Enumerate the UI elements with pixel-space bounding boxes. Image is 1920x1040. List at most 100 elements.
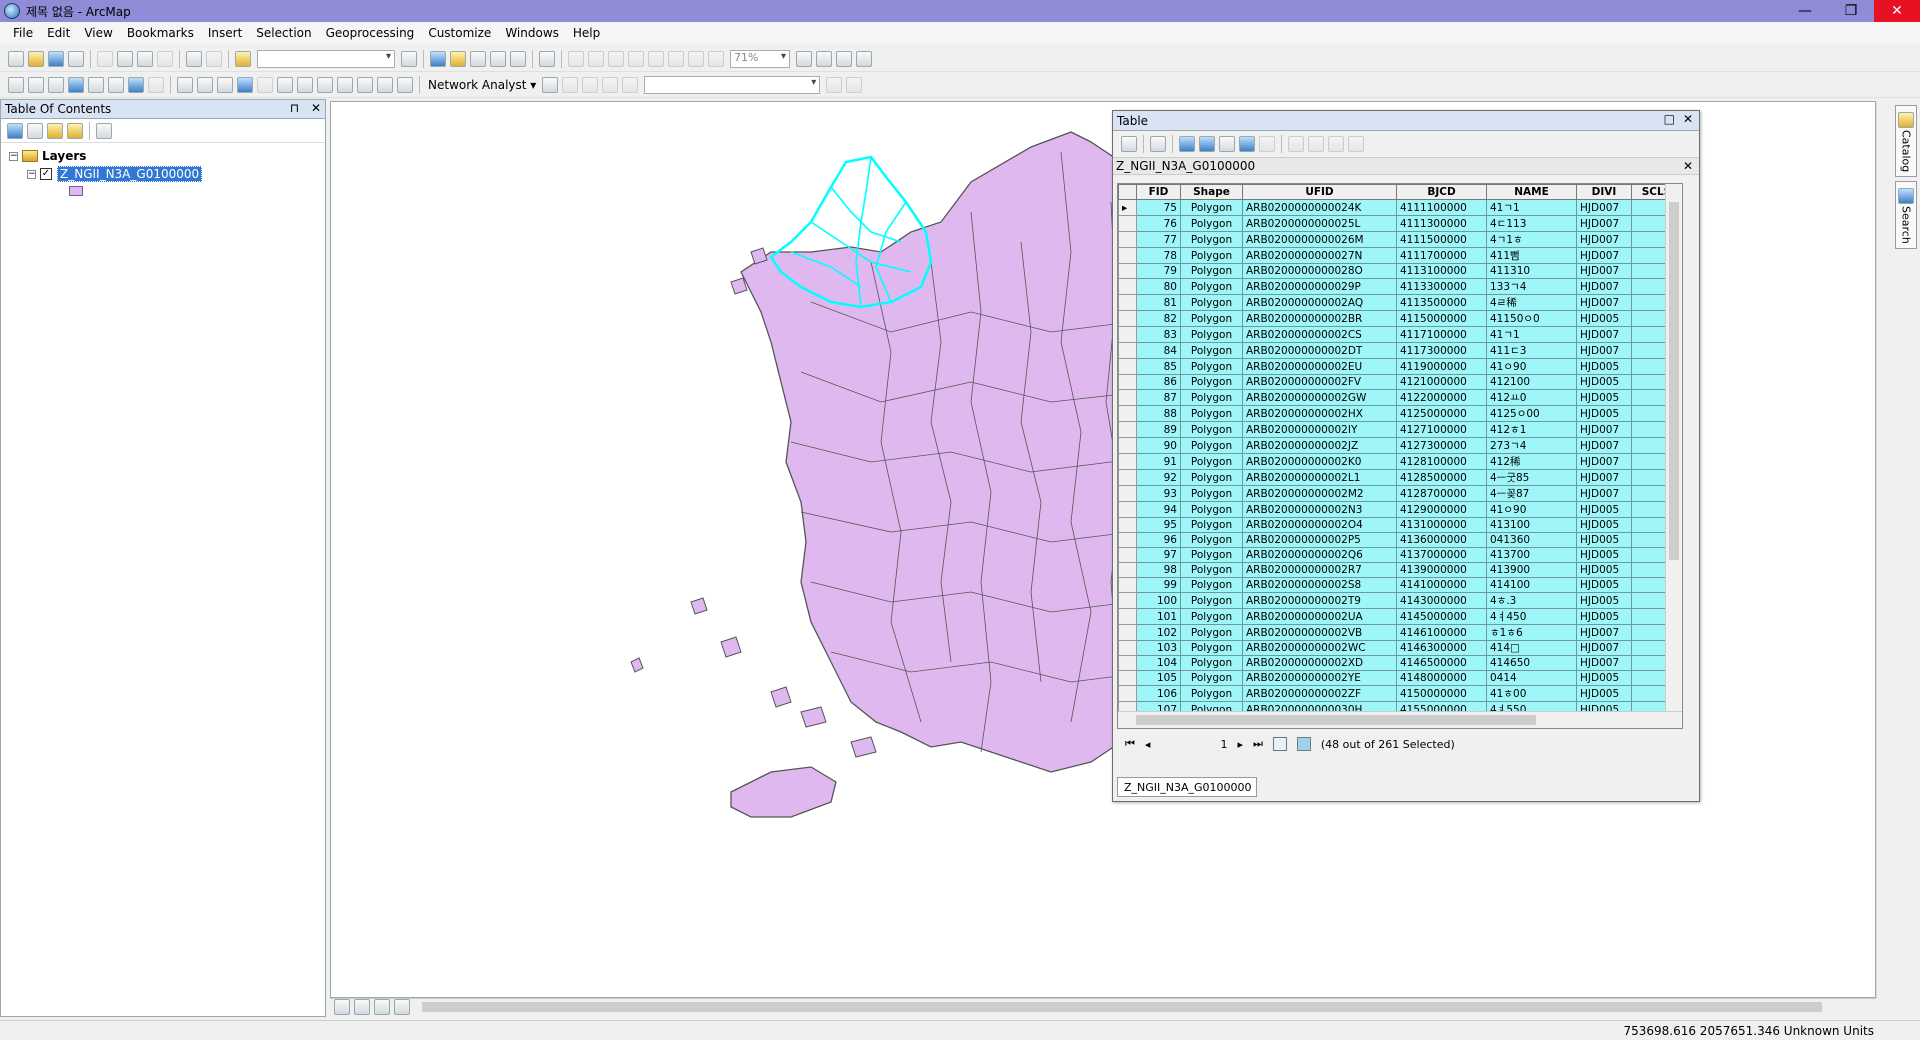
full-extent-globe-icon[interactable] <box>68 76 84 93</box>
layer-name[interactable]: Z_NGII_N3A_G0100000 <box>57 166 203 182</box>
show-all-records-icon[interactable] <box>1272 737 1287 751</box>
cell-bjcd[interactable]: 4143000000 <box>1396 592 1487 609</box>
clear-selection-icon[interactable] <box>197 76 213 93</box>
table-row[interactable]: 96 Polygon ARB020000000002P5 4136000000 0413… <box>1118 532 1682 548</box>
delete-selected-icon[interactable] <box>1259 136 1275 152</box>
cell-bjcd[interactable]: 4145000000 <box>1396 608 1487 625</box>
table-row[interactable]: 77 Polygon ARB0200000000026M 4111500000 4ㄱ1ㅎ… <box>1118 231 1682 248</box>
row-selector[interactable] <box>1118 685 1137 702</box>
cell-shape[interactable]: Polygon <box>1180 263 1243 279</box>
cell-shape[interactable]: Polygon <box>1180 624 1243 641</box>
cell-bjcd[interactable]: 4128100000 <box>1396 453 1487 470</box>
cell-fid[interactable]: 86 <box>1136 374 1181 390</box>
row-selector[interactable] <box>1118 592 1137 609</box>
grid-hscroll-thumb[interactable] <box>1136 715 1536 725</box>
cell-ufid[interactable]: ARB0200000000027N <box>1242 247 1397 264</box>
table-row[interactable]: 85 Polygon ARB020000000002EU 4119000000 41ㅇ9… <box>1118 358 1682 375</box>
pause-drawing-icon[interactable] <box>394 999 410 1015</box>
cell-shape[interactable]: Polygon <box>1180 342 1243 359</box>
table-row[interactable]: 83 Polygon ARB020000000002CS 4117100000 41ㄱ1… <box>1118 326 1682 343</box>
list-by-selection-icon[interactable] <box>67 122 83 139</box>
cell-fid[interactable]: 92 <box>1136 469 1181 486</box>
cell-fid[interactable]: 83 <box>1136 326 1181 343</box>
hyperlink-icon[interactable] <box>257 76 273 93</box>
cell-fid[interactable]: 85 <box>1136 358 1181 375</box>
row-selector[interactable] <box>1118 517 1137 533</box>
cell-bjcd[interactable]: 4137000000 <box>1396 547 1487 563</box>
cell-fid[interactable]: 80 <box>1136 278 1181 295</box>
cell-divi[interactable]: HJD007 <box>1576 231 1632 248</box>
select-features-icon[interactable] <box>177 76 193 93</box>
cell-name[interactable]: 41150ㅇ0 <box>1486 310 1577 327</box>
grid-vertical-scrollbar[interactable] <box>1665 184 1682 712</box>
row-selector[interactable] <box>1118 421 1137 438</box>
back-extent-icon[interactable] <box>708 50 724 67</box>
create-viewer-window-icon[interactable] <box>397 76 413 93</box>
pan-hand-icon[interactable] <box>48 76 64 93</box>
cell-bjcd[interactable]: 4141000000 <box>1396 577 1487 593</box>
cell-divi[interactable]: HJD007 <box>1576 453 1632 470</box>
minimize-button[interactable]: — <box>1782 0 1828 22</box>
cell-shape[interactable]: Polygon <box>1180 592 1243 609</box>
list-by-drawing-order-icon[interactable] <box>7 122 23 139</box>
table-row[interactable]: 84 Polygon ARB020000000002DT 4117300000 411ㄷ… <box>1118 342 1682 359</box>
table-row[interactable]: 103 Polygon ARB020000000002WC 4146300000 414… <box>1118 640 1682 656</box>
list-by-visibility-icon[interactable] <box>47 122 63 139</box>
cell-name[interactable]: 0414 <box>1486 670 1577 686</box>
cell-bjcd[interactable]: 4111100000 <box>1396 199 1487 216</box>
cell-divi[interactable]: HJD007 <box>1576 263 1632 279</box>
table-bottom-tab[interactable]: Z_NGII_N3A_G0100000 <box>1117 777 1257 797</box>
cell-fid[interactable]: 79 <box>1136 263 1181 279</box>
cell-divi[interactable]: HJD007 <box>1576 342 1632 359</box>
row-selector[interactable] <box>1118 294 1137 311</box>
delete-icon[interactable] <box>157 50 173 67</box>
cell-shape[interactable]: Polygon <box>1180 199 1243 216</box>
cell-divi[interactable]: HJD007 <box>1576 199 1632 216</box>
cell-fid[interactable]: 94 <box>1136 501 1181 518</box>
table-row[interactable]: 105 Polygon ARB020000000002YE 4148000000 041… <box>1118 670 1682 686</box>
clear-selection-table-icon[interactable] <box>1219 136 1235 152</box>
fixed-zoom-out-arrows-icon[interactable] <box>108 76 124 93</box>
cell-fid[interactable]: 82 <box>1136 310 1181 327</box>
cell-name[interactable]: 411뻠 <box>1486 247 1577 264</box>
col-header-ufid[interactable]: UFID <box>1242 184 1397 200</box>
cell-name[interactable]: 41ㅎ00 <box>1486 685 1577 702</box>
cell-name[interactable]: 041360 <box>1486 532 1577 548</box>
network-analyst-window-icon[interactable] <box>542 76 559 93</box>
table-row[interactable]: 80 Polygon ARB0200000000029P 4113300000 133ㄱ… <box>1118 278 1682 295</box>
data-frame-row[interactable]: − Layers <box>9 147 317 165</box>
cell-shape[interactable]: Polygon <box>1180 421 1243 438</box>
measure-icon[interactable] <box>297 76 313 93</box>
row-selector[interactable] <box>1118 263 1137 279</box>
row-selector[interactable] <box>1118 405 1137 422</box>
cell-shape[interactable]: Polygon <box>1180 215 1243 232</box>
row-selector[interactable] <box>1118 577 1137 593</box>
grid-horizontal-scrollbar[interactable] <box>1118 711 1682 728</box>
cell-ufid[interactable]: ARB020000000002GW <box>1242 389 1397 406</box>
cell-ufid[interactable]: ARB020000000002UA <box>1242 608 1397 625</box>
row-selector[interactable] <box>1118 374 1137 390</box>
cell-bjcd[interactable]: 4148000000 <box>1396 670 1487 686</box>
cell-name[interactable]: 4ㄹ稀 <box>1486 294 1577 311</box>
show-selected-records-icon[interactable] <box>1296 737 1311 751</box>
change-layout-icon[interactable] <box>836 50 852 67</box>
cell-divi[interactable]: HJD007 <box>1576 655 1632 671</box>
row-selector[interactable] <box>1118 310 1137 327</box>
cell-fid[interactable]: 81 <box>1136 294 1181 311</box>
zoom-in-icon[interactable] <box>8 76 24 93</box>
cell-shape[interactable]: Polygon <box>1180 326 1243 343</box>
cell-divi[interactable]: HJD007 <box>1576 624 1632 641</box>
cell-shape[interactable]: Polygon <box>1180 247 1243 264</box>
go-forward-arrow-icon[interactable] <box>148 76 164 93</box>
table-row[interactable]: 91 Polygon ARB020000000002K0 4128100000 412稀… <box>1118 453 1682 470</box>
cell-divi[interactable]: HJD005 <box>1576 517 1632 533</box>
restore-button[interactable]: ❐ <box>1828 0 1874 22</box>
cell-ufid[interactable]: ARB0200000000028O <box>1242 263 1397 279</box>
col-header-shape[interactable]: Shape <box>1180 184 1243 200</box>
cell-shape[interactable]: Polygon <box>1180 608 1243 625</box>
cell-fid[interactable]: 98 <box>1136 562 1181 578</box>
network-identify-icon[interactable] <box>846 76 863 93</box>
cell-shape[interactable]: Polygon <box>1180 374 1243 390</box>
model-builder-icon[interactable] <box>539 50 555 67</box>
cell-divi[interactable]: HJD005 <box>1576 389 1632 406</box>
